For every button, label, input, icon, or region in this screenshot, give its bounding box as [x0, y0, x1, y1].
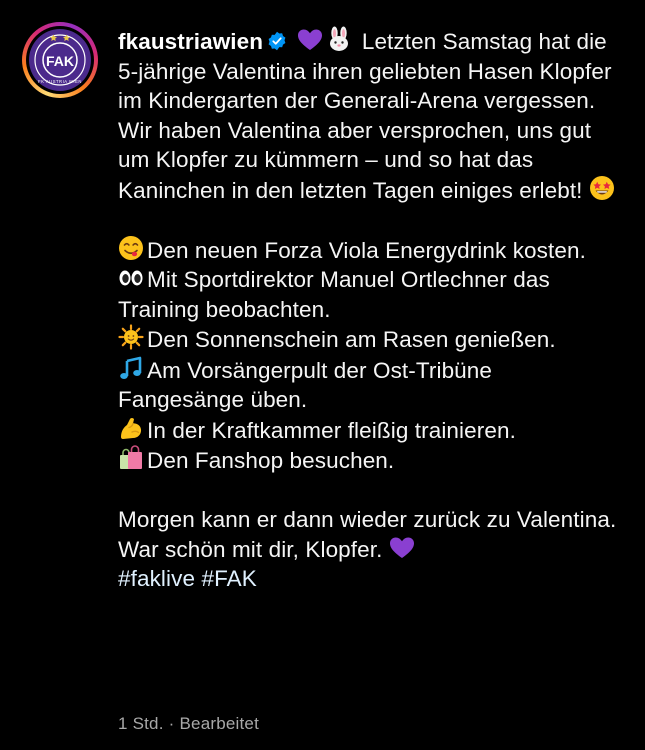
activity-item: Den Sonnenschein am Rasen genießen.: [118, 324, 623, 355]
outro-text: Morgen kann er dann wieder zurück zu Val…: [118, 507, 617, 562]
sun-icon: [118, 324, 144, 350]
club-crest-icon: FAK FK AUSTRIA WIEN: [30, 30, 90, 90]
activity-text: Den neuen Forza Viola Energydrink kosten…: [147, 237, 586, 263]
rabbit-face-icon: [330, 26, 349, 51]
star-struck-icon: [589, 175, 614, 200]
meta-separator: ·: [168, 714, 175, 733]
flexed-biceps-icon: [121, 417, 142, 439]
hashtag-link[interactable]: #faklive: [118, 566, 195, 591]
timestamp[interactable]: 1 Std.: [118, 714, 164, 733]
shopping-bags-icon: [120, 445, 142, 469]
avatar[interactable]: FAK FK AUSTRIA WIEN: [29, 29, 91, 91]
purple-heart-icon: [389, 537, 414, 558]
eyes-icon: [119, 270, 143, 286]
caption-intro: fkaustriawien Letzten Samstag hat die 5-…: [118, 26, 623, 205]
story-ring[interactable]: FAK FK AUSTRIA WIEN: [22, 22, 98, 98]
crest-ring-text: FK AUSTRIA WIEN: [38, 79, 82, 84]
intro-text: Letzten Samstag hat die 5-jährige Valent…: [118, 29, 612, 203]
username[interactable]: fkaustriawien: [118, 29, 263, 54]
activity-item: Am Vorsängerpult der Ost-Tribüne Fangesä…: [118, 355, 623, 415]
post-meta: 1 Std. · Bearbeitet: [118, 714, 259, 734]
avatar-gap: FAK FK AUSTRIA WIEN: [26, 26, 94, 94]
verified-badge-icon: [268, 31, 286, 51]
activity-item: Mit Sportdirektor Manuel Ortlechner das …: [118, 265, 623, 324]
activity-item: Den neuen Forza Viola Energydrink kosten…: [118, 235, 623, 266]
activity-item: In der Kraftkammer fleißig trainieren.: [118, 415, 623, 446]
edited-label: Bearbeitet: [179, 714, 259, 733]
music-notes-icon: [120, 356, 142, 379]
activity-text: In der Kraftkammer fleißig trainieren.: [147, 417, 516, 443]
crest-monogram: FAK: [46, 53, 74, 69]
caption: fkaustriawien Letzten Samstag hat die 5-…: [118, 26, 623, 594]
purple-heart-icon: [298, 29, 323, 50]
activity-item: Den Fanshop besuchen.: [118, 445, 623, 476]
activity-text: Am Vorsängerpult der Ost-Tribüne Fangesä…: [118, 357, 493, 413]
activity-text: Den Sonnenschein am Rasen genießen.: [147, 327, 556, 352]
caption-outro: Morgen kann er dann wieder zurück zu Val…: [118, 505, 623, 594]
yum-face-icon: [119, 235, 143, 260]
activity-text: Mit Sportdirektor Manuel Ortlechner das …: [118, 267, 550, 322]
hashtag-link[interactable]: #FAK: [201, 566, 256, 591]
activity-text: Den Fanshop besuchen.: [147, 448, 395, 473]
instagram-caption-post: FAK FK AUSTRIA WIEN fkaustriawien Letzte…: [0, 0, 645, 750]
